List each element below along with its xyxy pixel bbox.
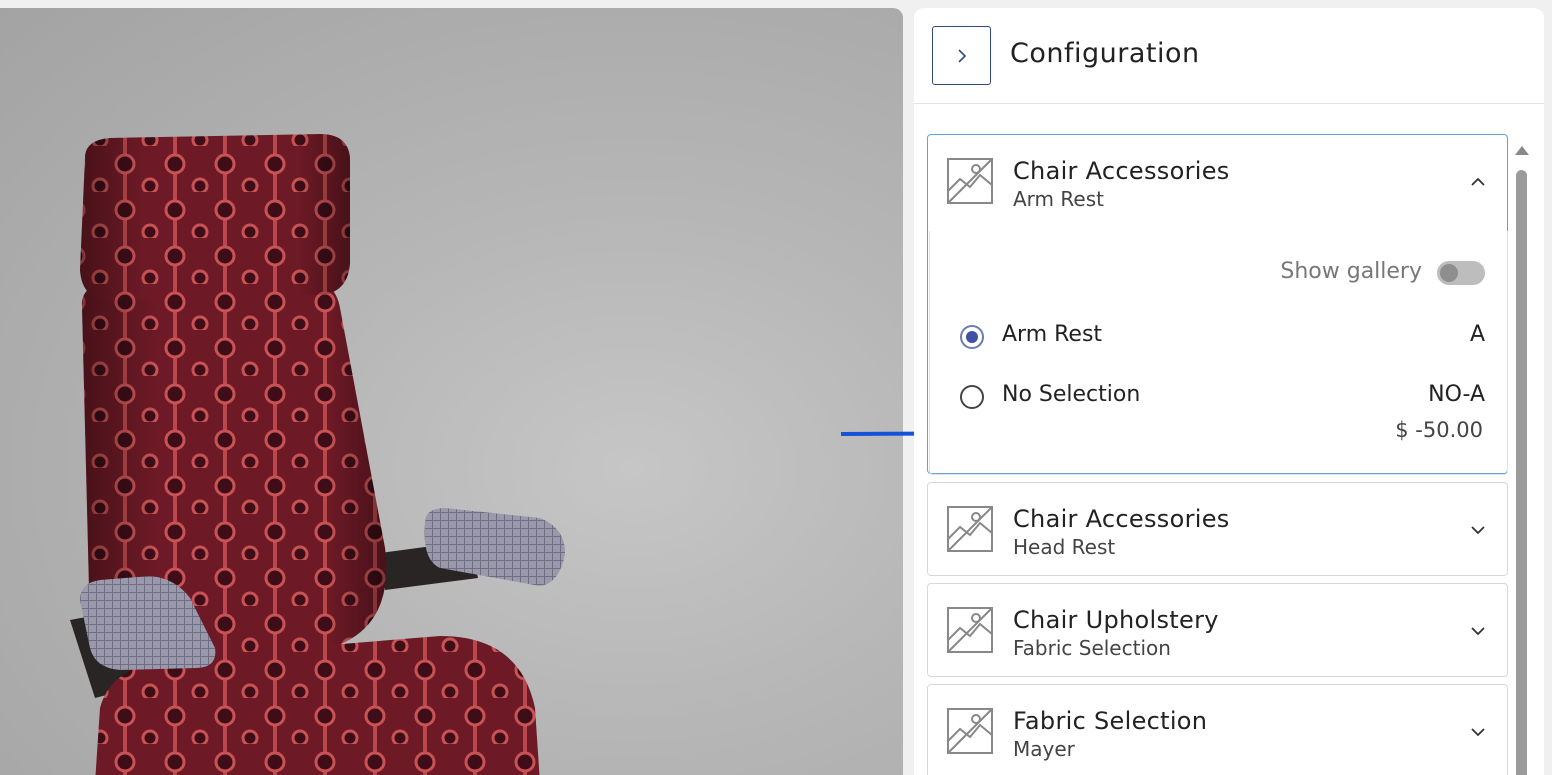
option-arm-rest[interactable]: Arm Rest A <box>960 322 1485 352</box>
section-subtitle: Arm Rest <box>1013 187 1104 211</box>
section-subtitle: Fabric Selection <box>1013 636 1171 660</box>
radio-unselected[interactable] <box>960 385 984 409</box>
section-title: Chair Upholstery <box>1013 606 1219 634</box>
section-chair-accessories-arm-rest: Chair Accessories Arm Rest Show gallery … <box>927 134 1508 475</box>
section-header[interactable]: Chair Accessories Arm Rest <box>928 135 1507 229</box>
section-title: Chair Accessories <box>1013 505 1230 533</box>
section-subtitle: Head Rest <box>1013 535 1116 559</box>
scrollbar-thumb[interactable] <box>1516 170 1527 775</box>
section-header[interactable]: Chair Accessories Head Rest <box>928 483 1507 577</box>
section-body: Show gallery Arm Rest A No Selection NO-… <box>929 231 1508 475</box>
option-label: No Selection <box>1002 382 1141 407</box>
chevron-right-icon <box>957 48 966 63</box>
toggle-knob <box>1440 264 1458 282</box>
image-placeholder-icon <box>947 158 993 204</box>
chevron-up-icon <box>1471 177 1485 186</box>
section-chair-accessories-head-rest[interactable]: Chair Accessories Head Rest <box>927 482 1508 576</box>
sections-list: Chair Accessories Arm Rest Show gallery … <box>914 134 1544 775</box>
section-title: Chair Accessories <box>1013 157 1230 185</box>
section-fabric-selection[interactable]: Fabric Selection Mayer <box>927 684 1508 775</box>
panel-header: Configuration <box>914 8 1544 104</box>
section-subtitle: Mayer <box>1013 737 1075 761</box>
chevron-down-icon <box>1471 728 1485 737</box>
option-code: NO-A <box>1428 382 1485 407</box>
show-gallery-toggle[interactable] <box>1437 261 1485 285</box>
image-placeholder-icon <box>947 506 993 552</box>
chair-model <box>70 134 565 775</box>
scroll-up-arrow-icon[interactable] <box>1515 146 1529 155</box>
chevron-down-icon <box>1471 627 1485 636</box>
section-chair-upholstery[interactable]: Chair Upholstery Fabric Selection <box>927 583 1508 677</box>
show-gallery-label: Show gallery <box>1280 259 1422 284</box>
chevron-down-icon <box>1471 526 1485 535</box>
radio-selected[interactable] <box>960 325 984 349</box>
option-label: Arm Rest <box>1002 322 1103 347</box>
3d-viewer[interactable] <box>0 8 903 775</box>
collapse-panel-button[interactable] <box>932 26 991 85</box>
scrollbar[interactable] <box>1512 136 1532 775</box>
image-placeholder-icon <box>947 607 993 653</box>
panel-title: Configuration <box>1010 38 1200 69</box>
section-header[interactable]: Chair Upholstery Fabric Selection <box>928 584 1507 678</box>
configuration-panel: Configuration Chair Accessories Arm Rest… <box>914 8 1544 775</box>
image-placeholder-icon <box>947 708 993 754</box>
option-price: $ -50.00 <box>1395 418 1483 442</box>
section-header[interactable]: Fabric Selection Mayer <box>928 685 1507 775</box>
section-title: Fabric Selection <box>1013 707 1208 735</box>
option-no-selection[interactable]: No Selection NO-A <box>960 382 1485 412</box>
option-code: A <box>1469 322 1485 347</box>
